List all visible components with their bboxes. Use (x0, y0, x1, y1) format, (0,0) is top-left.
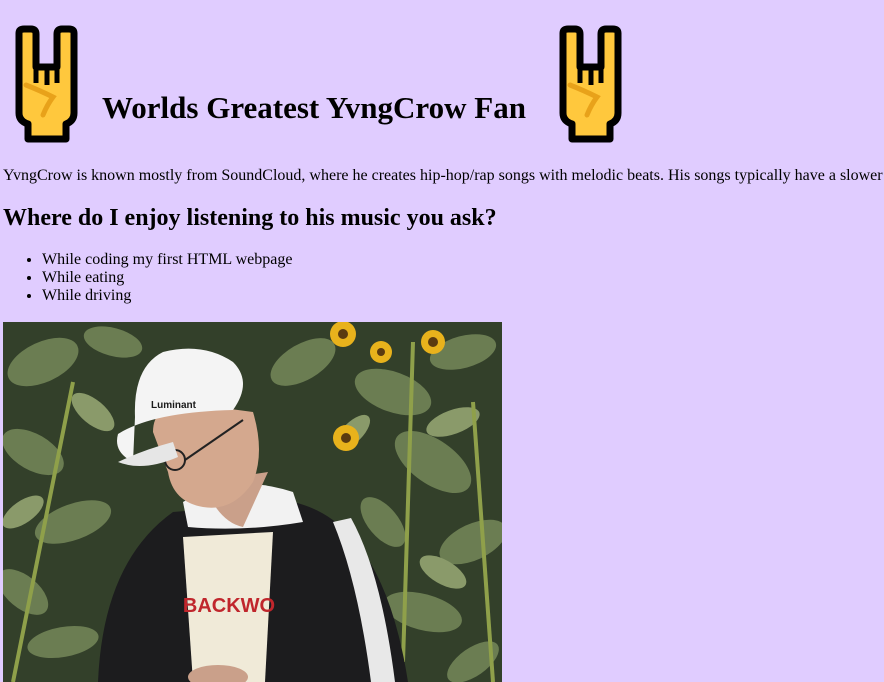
rock-on-hand-icon (559, 25, 622, 143)
header: Worlds Greatest YvngCrow Fan (0, 25, 884, 145)
artist-photo-illustration: BACKWO Luminant (3, 322, 502, 682)
artist-photo: BACKWO Luminant (3, 322, 502, 682)
page: Worlds Greatest YvngCrow Fan YvngCrow is… (0, 0, 884, 682)
list-item: While driving (42, 287, 292, 305)
rock-on-hand-icon (15, 25, 78, 143)
cap-text: Luminant (151, 400, 197, 411)
section-heading: Where do I enjoy listening to his music … (3, 205, 497, 231)
list-item: While eating (42, 269, 292, 287)
shirt-text: BACKWO (183, 595, 275, 617)
page-title: Worlds Greatest YvngCrow Fan (102, 90, 526, 125)
list-item: While coding my first HTML webpage (42, 251, 292, 269)
listening-list: While coding my first HTML webpage While… (3, 251, 292, 305)
intro-paragraph: YvngCrow is known mostly from SoundCloud… (3, 167, 883, 184)
